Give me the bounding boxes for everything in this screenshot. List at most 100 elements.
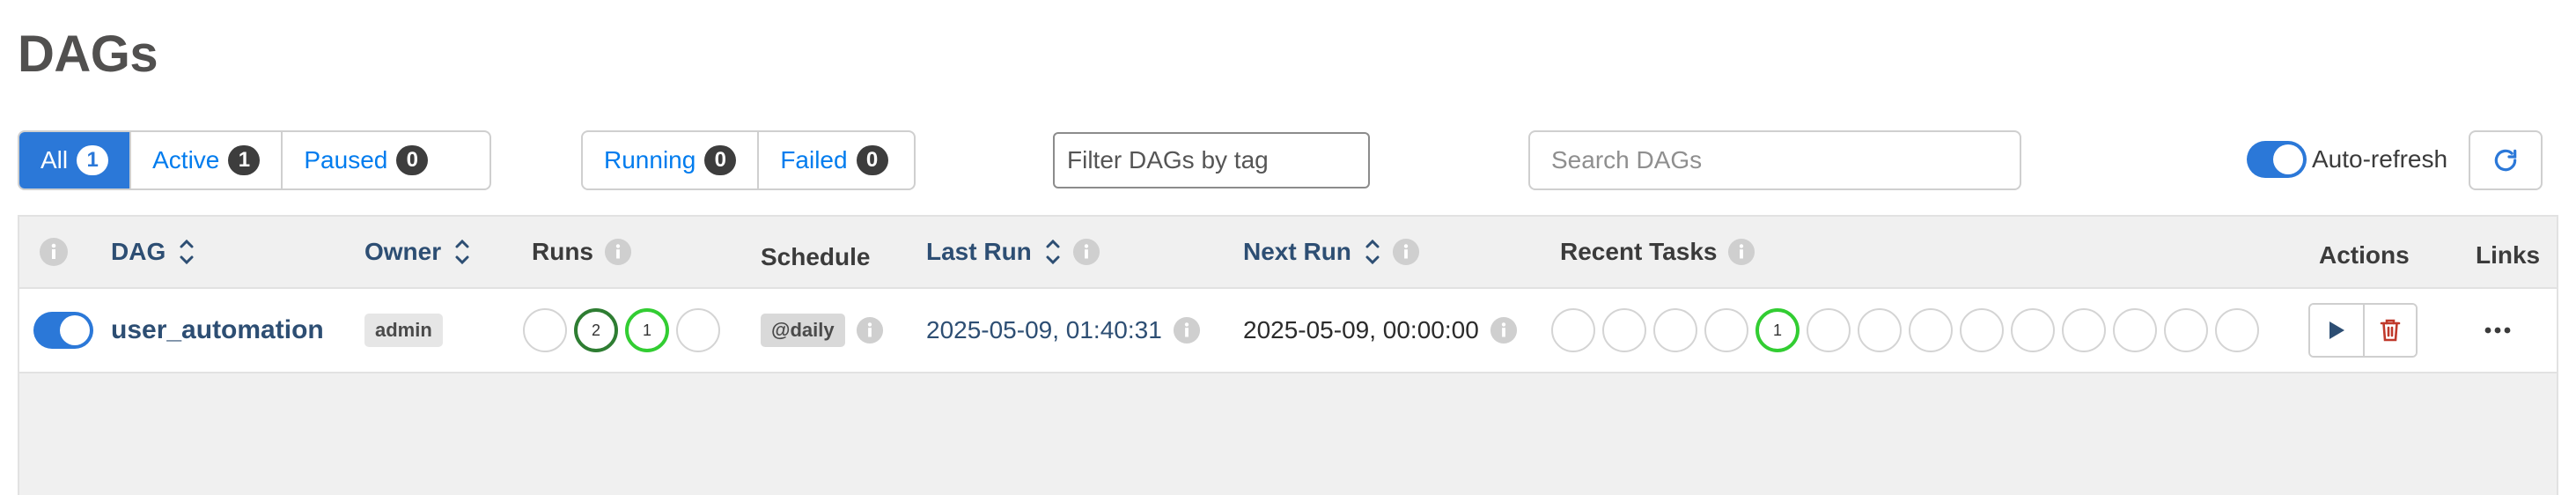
column-recent-tasks: Recent Tasks — [1560, 217, 1755, 287]
links-cell — [2484, 289, 2511, 372]
task-state-circle-removed[interactable] — [1551, 308, 1595, 352]
column-links-label: Links — [2476, 241, 2541, 269]
more-links-icon[interactable] — [2484, 326, 2511, 335]
filter-failed-count: 0 — [856, 145, 888, 175]
filter-all-label: All — [40, 146, 69, 174]
column-actions-label: Actions — [2319, 241, 2410, 269]
sort-icon — [453, 237, 471, 267]
column-last-run-label: Last Run — [926, 238, 1032, 265]
filter-running-count: 0 — [704, 145, 737, 175]
filter-active-count: 1 — [228, 145, 261, 175]
filter-failed-label: Failed — [780, 146, 848, 174]
task-state-circle-queued[interactable] — [1653, 308, 1697, 352]
sort-icon — [178, 237, 195, 267]
header-info-icon-cell — [39, 217, 69, 287]
info-icon — [40, 238, 68, 266]
filter-active-button[interactable]: Active 1 — [131, 132, 283, 188]
search-input[interactable]: Search DAGs — [1528, 130, 2021, 190]
dags-table: DAG Owner Runs Schedule Last Run Next Ru… — [18, 215, 2558, 495]
filter-all-count: 1 — [77, 145, 109, 175]
auto-refresh-label: Auto-refresh — [2312, 145, 2448, 173]
actions-cell — [2308, 289, 2418, 372]
run-state-circle-success[interactable]: 2 — [574, 308, 618, 352]
task-state-circle-upstream-failed[interactable] — [2062, 308, 2106, 352]
run-state-circle-running[interactable]: 1 — [625, 308, 669, 352]
info-icon[interactable] — [1727, 238, 1755, 266]
column-schedule: Schedule — [761, 222, 870, 292]
dag-id-link[interactable]: user_automation — [111, 315, 324, 345]
owner-cell: admin — [364, 289, 443, 372]
column-recent-tasks-label: Recent Tasks — [1560, 238, 1718, 265]
auto-refresh-toggle[interactable] — [2247, 141, 2307, 178]
info-icon[interactable] — [1490, 316, 1518, 344]
schedule-badge[interactable]: @daily — [761, 314, 845, 347]
column-dag-label: DAG — [111, 238, 166, 265]
column-links: Links — [2476, 220, 2540, 291]
tag-filter-input[interactable]: Filter DAGs by tag — [1053, 132, 1370, 188]
task-state-circle-scheduled[interactable] — [1602, 308, 1646, 352]
info-icon[interactable] — [1072, 238, 1100, 266]
filter-paused-count: 0 — [396, 145, 429, 175]
last-run-cell: 2025-05-09, 01:40:31 — [926, 289, 1201, 372]
sort-icon — [1044, 237, 1062, 267]
column-actions: Actions — [2319, 220, 2410, 291]
recent-tasks-cell: 1 — [1551, 289, 2266, 372]
dag-pause-toggle[interactable] — [33, 312, 93, 349]
sort-icon — [1364, 237, 1381, 267]
next-run-cell: 2025-05-09, 00:00:00 — [1243, 289, 1518, 372]
filter-active-label: Active — [152, 146, 220, 174]
column-schedule-label: Schedule — [761, 243, 871, 270]
filter-all-button[interactable]: All 1 — [19, 132, 132, 188]
dag-pause-toggle-cell — [33, 289, 93, 372]
column-runs: Runs — [532, 217, 632, 287]
task-state-circle-none[interactable] — [2164, 308, 2208, 352]
run-state-filter-group: Running 0 Failed 0 — [581, 130, 916, 190]
toggle-knob — [60, 315, 90, 345]
info-icon[interactable] — [856, 316, 884, 344]
status-filter-group: All 1 Active 1 Paused 0 — [18, 130, 491, 190]
task-state-circle-up-for-retry[interactable] — [1960, 308, 2004, 352]
trash-icon — [2380, 319, 2401, 342]
page-title: DAGs — [18, 26, 158, 83]
refresh-icon — [2494, 149, 2517, 172]
info-icon[interactable] — [1392, 238, 1420, 266]
filter-failed-button[interactable]: Failed 0 — [759, 132, 909, 188]
task-state-circle-success[interactable] — [1807, 308, 1851, 352]
table-header: DAG Owner Runs Schedule Last Run Next Ru… — [19, 217, 2557, 287]
column-next-run[interactable]: Next Run — [1243, 217, 1420, 287]
task-state-circle-no-status[interactable] — [2215, 308, 2259, 352]
toggle-knob — [2273, 144, 2303, 174]
refresh-button[interactable] — [2469, 130, 2543, 190]
info-icon[interactable] — [1173, 316, 1201, 344]
trigger-dag-button[interactable] — [2310, 305, 2363, 356]
task-state-circle-running[interactable]: 1 — [1755, 308, 1800, 352]
column-dag[interactable]: DAG — [111, 217, 195, 287]
column-owner-label: Owner — [364, 238, 442, 265]
dag-id-cell: user_automation — [111, 289, 324, 372]
next-run-text: 2025-05-09, 00:00:00 — [1243, 316, 1479, 344]
column-last-run[interactable]: Last Run — [926, 217, 1100, 287]
filter-running-button[interactable]: Running 0 — [583, 132, 760, 188]
run-state-circle-failed[interactable] — [676, 308, 720, 352]
actions-button-group — [2308, 303, 2418, 358]
column-next-run-label: Next Run — [1243, 238, 1351, 265]
filter-running-label: Running — [604, 146, 696, 174]
info-icon[interactable] — [604, 238, 632, 266]
filter-paused-button[interactable]: Paused 0 — [283, 132, 449, 188]
delete-dag-button[interactable] — [2363, 305, 2416, 356]
schedule-cell: @daily — [761, 289, 884, 372]
run-state-circle-queued[interactable] — [523, 308, 567, 352]
auto-refresh-control: Auto-refresh — [2247, 141, 2447, 178]
column-runs-label: Runs — [532, 238, 593, 265]
filter-paused-label: Paused — [304, 146, 388, 174]
task-state-circle-skipped[interactable] — [2113, 308, 2157, 352]
play-icon — [2329, 321, 2344, 339]
last-run-link[interactable]: 2025-05-09, 01:40:31 — [926, 316, 1162, 344]
owner-badge[interactable]: admin — [364, 314, 443, 347]
task-state-circle-deferred[interactable] — [1704, 308, 1748, 352]
task-state-circle-restarting[interactable] — [1858, 308, 1902, 352]
task-state-circle-failed[interactable] — [1909, 308, 1953, 352]
column-owner[interactable]: Owner — [364, 217, 471, 287]
task-state-circle-up-for-reschedule[interactable] — [2011, 308, 2055, 352]
table-row: user_automation admin 2 1 @daily 2025-05… — [19, 287, 2557, 373]
